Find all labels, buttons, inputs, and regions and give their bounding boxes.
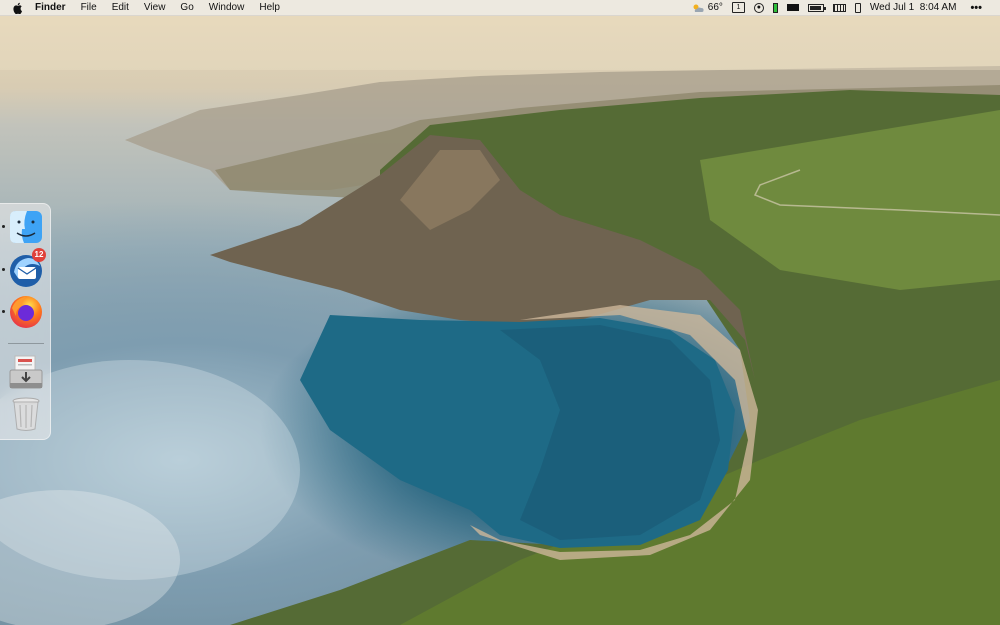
help-menu[interactable]: Help [259, 0, 280, 15]
menu-bar: Finder File Edit View Go Window Help 66°… [0, 0, 1000, 16]
device-status[interactable] [854, 0, 861, 15]
temperature-label: 66° [707, 2, 723, 13]
trash-icon [12, 397, 40, 431]
file-menu[interactable]: File [81, 0, 97, 15]
view-menu[interactable]: View [144, 0, 166, 15]
hand-icon: ● [753, 2, 764, 13]
running-indicator [2, 268, 5, 271]
status-item-green-bar[interactable] [772, 0, 778, 15]
apple-menu-icon[interactable] [13, 2, 23, 14]
finder-icon [10, 211, 42, 243]
clock[interactable]: Wed Jul 1 8:04 AM [870, 0, 957, 15]
status-bar-icon [772, 2, 778, 13]
status-menus: 66° 1 ● Wed Jul 1 8:04 AM ••• [691, 0, 1000, 15]
dock-item-firefox[interactable] [2, 294, 44, 330]
desktop-indicator[interactable]: 1 [731, 0, 745, 15]
device-icon [854, 2, 861, 13]
app-name-menu[interactable]: Finder [35, 0, 66, 15]
keyboard-status[interactable] [832, 0, 846, 15]
dock-separator [8, 343, 44, 344]
display-icon [786, 4, 799, 11]
go-menu[interactable]: Go [180, 0, 193, 15]
dock-item-downloads[interactable] [8, 354, 44, 390]
status-item-screen[interactable] [786, 0, 799, 15]
dock-item-finder[interactable] [2, 209, 44, 245]
keyboard-icon [832, 3, 846, 12]
running-indicator [2, 310, 5, 313]
status-item-circle[interactable]: ● [753, 0, 764, 15]
weather-status[interactable]: 66° [691, 0, 723, 15]
battery-icon [807, 3, 826, 12]
ellipsis-icon[interactable]: ••• [970, 0, 982, 15]
window-menu[interactable]: Window [209, 0, 245, 15]
unread-badge: 12 [32, 248, 46, 262]
dock-item-thunderbird[interactable]: 12 [2, 248, 46, 288]
wallpaper-landscape [0, 15, 1000, 625]
running-indicator [2, 225, 5, 228]
partly-cloudy-icon [693, 4, 704, 12]
battery-status[interactable] [807, 0, 826, 15]
edit-menu[interactable]: Edit [112, 0, 129, 15]
dock-item-trash[interactable] [8, 396, 44, 432]
dock: 12 [0, 203, 51, 440]
firefox-icon [10, 296, 42, 328]
desktop-number-icon: 1 [731, 2, 745, 13]
downloads-stack-icon [9, 355, 43, 389]
